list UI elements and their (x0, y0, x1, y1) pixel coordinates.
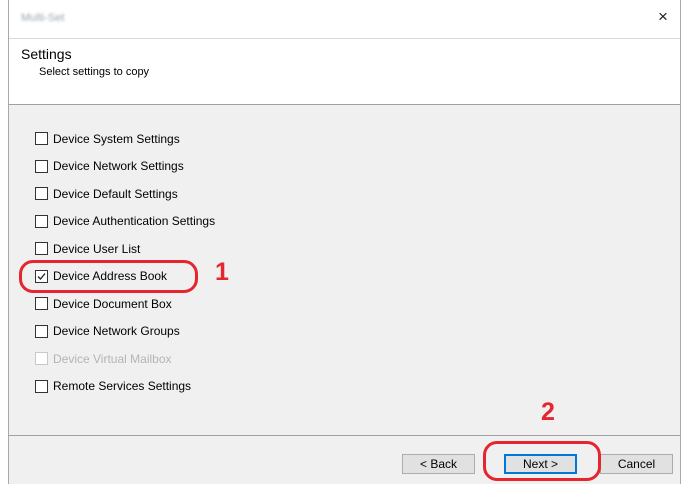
option-row: Device Virtual Mailbox (35, 345, 215, 373)
window-title: Multi-Set (21, 12, 65, 24)
option-row[interactable]: Device Default Settings (35, 180, 215, 208)
title-bar: Multi-Set × (9, 0, 680, 38)
back-button-label: < Back (419, 457, 458, 471)
step-1-marker: 1 (215, 258, 229, 286)
checkbox[interactable] (35, 132, 48, 146)
option-label: Device Network Settings (53, 159, 184, 174)
step-2-marker: 2 (541, 398, 555, 426)
highlight-address-book (19, 260, 198, 293)
option-row[interactable]: Device Authentication Settings (35, 208, 215, 236)
checkbox[interactable] (35, 324, 48, 338)
option-label: Device Document Box (53, 296, 172, 311)
checkbox[interactable] (35, 187, 48, 201)
option-label: Device Network Groups (53, 324, 180, 339)
page-subtitle: Select settings to copy (39, 66, 150, 78)
option-label: Device User List (53, 241, 141, 256)
page-title: Settings (21, 46, 72, 62)
option-row[interactable]: Device Document Box (35, 290, 215, 318)
checkbox[interactable] (35, 242, 48, 256)
checkbox[interactable] (35, 297, 48, 311)
option-label: Device Virtual Mailbox (53, 351, 172, 366)
checkbox[interactable] (35, 214, 48, 228)
cancel-button-label: Cancel (617, 457, 656, 471)
cancel-button[interactable]: Cancel (600, 454, 673, 474)
close-button[interactable]: × (646, 0, 680, 34)
option-label: Device System Settings (53, 131, 180, 146)
option-row[interactable]: Device Network Settings (35, 153, 215, 181)
option-row[interactable]: Device User List (35, 235, 215, 263)
option-row[interactable]: Device Network Groups (35, 318, 215, 346)
dialog-window: Multi-Set × Settings Select settings to … (8, 0, 681, 484)
option-row[interactable]: Remote Services Settings (35, 373, 215, 401)
highlight-next-button (483, 441, 601, 481)
wizard-header: Settings Select settings to copy (9, 38, 680, 105)
close-icon: × (658, 7, 668, 26)
option-row[interactable]: Device System Settings (35, 125, 215, 153)
checkbox[interactable] (35, 379, 48, 393)
option-label: Device Default Settings (53, 186, 178, 201)
footer-divider (9, 435, 680, 436)
back-button[interactable]: < Back (402, 454, 475, 474)
option-label: Device Authentication Settings (53, 214, 216, 229)
option-label: Remote Services Settings (53, 379, 192, 394)
checkbox[interactable] (35, 159, 48, 173)
checkbox (35, 352, 48, 366)
